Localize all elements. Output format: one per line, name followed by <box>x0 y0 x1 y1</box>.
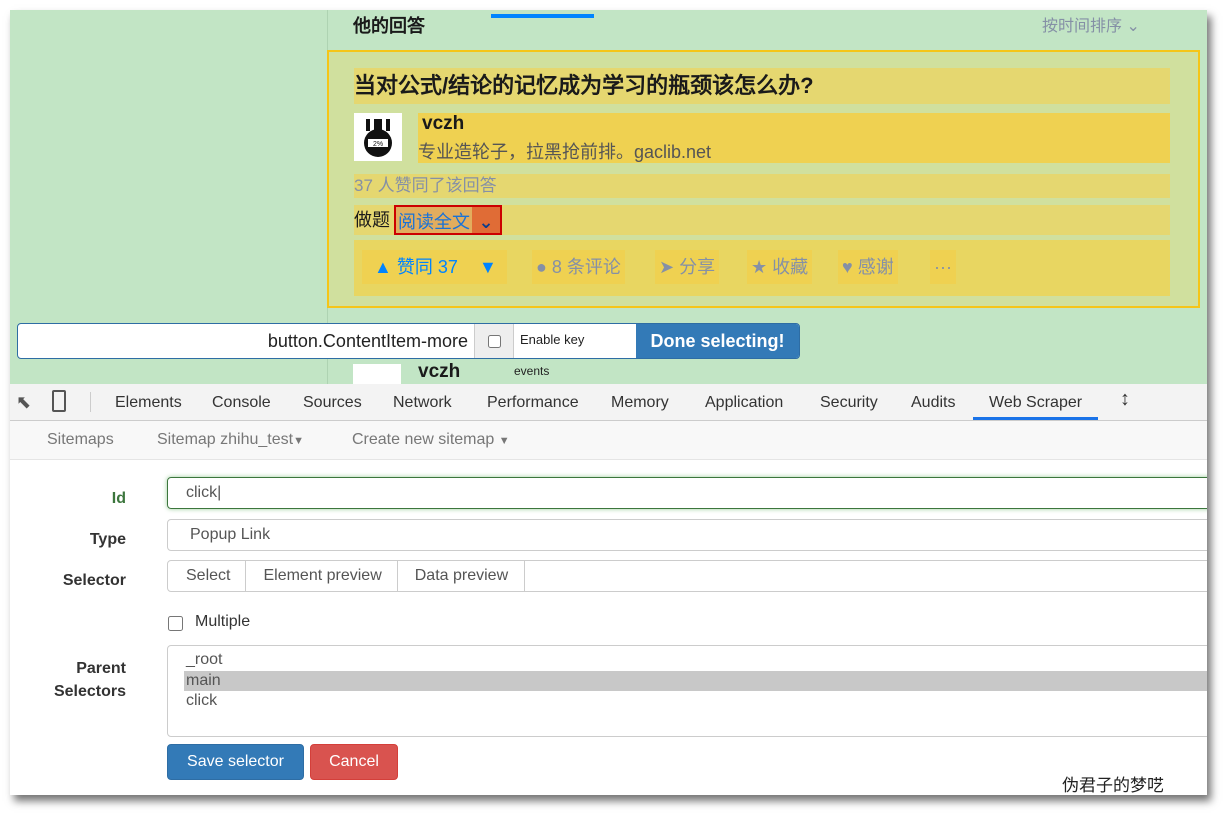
parent-option[interactable]: _root <box>186 650 1207 671</box>
author-info: vczh 专业造轮子，拉黑抢前排。gaclib.net <box>418 113 1170 163</box>
avatar[interactable] <box>353 364 401 384</box>
active-tab-indicator <box>491 14 594 18</box>
events-label: events <box>514 364 550 378</box>
chevron-down-icon: ⌄ <box>472 207 500 233</box>
enable-key-checkbox-input[interactable] <box>488 334 501 348</box>
author-name[interactable]: vczh <box>422 113 464 135</box>
multiple-checkbox[interactable] <box>168 616 183 631</box>
downvote-button[interactable]: ▼ <box>469 250 507 284</box>
data-preview-button[interactable]: Data preview <box>398 561 526 591</box>
enable-key-label: Enable key <box>520 332 585 347</box>
excerpt-text: 做题 <box>354 210 390 230</box>
paper-plane-icon: ➤ <box>659 257 675 277</box>
sort-dropdown[interactable]: 按时间排序 ⌄ <box>1042 12 1140 36</box>
upvote-button[interactable]: ▲ 赞同 37 <box>362 250 470 284</box>
tab-console[interactable]: Console <box>212 384 271 420</box>
caret-down-icon: ▼ <box>498 435 510 447</box>
id-value: click <box>186 484 218 501</box>
type-label: Type <box>89 531 126 548</box>
type-select[interactable]: Popup Link <box>167 519 1207 551</box>
action-bar: ▲ 赞同 37 ▼ ● 8 条评论 ➤ 分享 ★ 收藏 ♥ 感谢 ··· <box>354 240 1170 296</box>
thanks-button[interactable]: ♥ 感谢 <box>838 250 898 284</box>
parent-label-line1: Parent <box>76 660 126 677</box>
save-selector-button[interactable]: Save selector <box>167 744 304 780</box>
heart-icon: ♥ <box>842 257 853 277</box>
share-button[interactable]: ➤ 分享 <box>655 250 720 284</box>
parent-option-selected[interactable]: main <box>184 670 1207 691</box>
parent-selectors-label: Parent Selectors <box>54 657 126 703</box>
answer-card: 当对公式/结论的记忆成为学习的瓶颈该怎么办? 2% vczh 专业造轮子，拉黑抢… <box>327 50 1200 308</box>
tab-memory[interactable]: Memory <box>611 384 669 420</box>
devtools-tabbar: ⬉ Elements Console Sources Network Perfo… <box>10 384 1207 421</box>
nav-create-sitemap[interactable]: Create new sitemap ▼ <box>352 421 510 460</box>
section-title: 他的回答 <box>353 16 425 36</box>
tab-performance[interactable]: Performance <box>487 384 579 420</box>
done-selecting-button[interactable]: Done selecting! <box>636 324 799 358</box>
enable-key-checkbox[interactable] <box>475 324 514 358</box>
scraper-nav: Sitemaps Sitemap zhihu_test▼ Create new … <box>10 421 1207 460</box>
inspect-element-icon[interactable]: ⬉ <box>16 392 31 413</box>
parent-label-line2: Selectors <box>53 683 126 700</box>
selector-label: Selector <box>62 572 126 589</box>
multiple-label: Multiple <box>195 613 251 630</box>
share-label: 分享 <box>679 257 716 277</box>
avatar[interactable]: 2% <box>354 113 402 161</box>
author-bio: 专业造轮子，拉黑抢前排。gaclib.net <box>418 142 712 162</box>
nav-sitemap-dropdown[interactable]: Sitemap zhihu_test▼ <box>157 421 304 460</box>
comments-button[interactable]: ● 8 条评论 <box>532 250 625 284</box>
avatar-bunny-icon: 2% <box>364 119 392 157</box>
comment-icon: ● <box>536 257 547 277</box>
star-icon: ★ <box>751 257 768 277</box>
nav-sitemaps[interactable]: Sitemaps <box>47 421 114 459</box>
divider <box>90 392 91 412</box>
create-sitemap-label: Create new sitemap <box>352 431 495 448</box>
answer-excerpt: 做题 阅读全文 ⌄ <box>354 205 1170 235</box>
thanks-label: 感谢 <box>857 257 894 277</box>
parent-option[interactable]: click <box>186 691 1207 712</box>
tab-sources[interactable]: Sources <box>303 384 362 420</box>
chevron-down-icon: ⌄ <box>1126 18 1140 35</box>
screenshot-frame: 他的回答 按时间排序 ⌄ 当对公式/结论的记忆成为学习的瓶颈该怎么办? 2% v… <box>10 10 1207 795</box>
cancel-button[interactable]: Cancel <box>310 744 398 780</box>
tab-elements[interactable]: Elements <box>115 384 182 420</box>
selector-value: button.ContentItem-more <box>18 324 475 358</box>
resize-cursor-icon: ↕ <box>1120 388 1130 410</box>
id-label: Id <box>111 490 126 507</box>
question-title[interactable]: 当对公式/结论的记忆成为学习的瓶颈该怎么办? <box>354 68 1170 104</box>
read-more-label: 阅读全文 <box>396 207 472 233</box>
tab-security[interactable]: Security <box>820 384 878 420</box>
element-preview-button[interactable]: Element preview <box>246 561 398 591</box>
device-toolbar-icon[interactable] <box>52 390 66 412</box>
svg-text:2%: 2% <box>373 141 383 148</box>
id-input[interactable]: click| <box>167 477 1207 509</box>
watermark: 伪君子的梦呓 <box>1062 776 1164 795</box>
sort-label: 按时间排序 <box>1042 18 1123 35</box>
tab-web-scraper[interactable]: Web Scraper <box>973 384 1099 420</box>
caret-down-icon: ▼ <box>293 435 304 447</box>
devtools-panel: ⬉ Elements Console Sources Network Perfo… <box>10 384 1207 795</box>
author-name[interactable]: vczh <box>418 361 460 383</box>
comments-label: 8 条评论 <box>551 257 621 277</box>
favorite-label: 收藏 <box>772 257 809 277</box>
vote-summary: 37 人赞同了该回答 <box>354 174 1170 198</box>
tab-network[interactable]: Network <box>393 384 452 420</box>
zhihu-page: 他的回答 按时间排序 ⌄ 当对公式/结论的记忆成为学习的瓶颈该怎么办? 2% v… <box>10 10 1207 384</box>
selector-button-group: Select Element preview Data preview <box>167 560 1207 592</box>
select-button[interactable]: Select <box>168 561 247 591</box>
tab-audits[interactable]: Audits <box>911 384 955 420</box>
favorite-button[interactable]: ★ 收藏 <box>747 250 813 284</box>
read-more-button[interactable]: 阅读全文 ⌄ <box>394 205 502 235</box>
tab-application[interactable]: Application <box>705 384 783 420</box>
more-button[interactable]: ··· <box>930 250 956 284</box>
selector-toolbar: button.ContentItem-more Enable key Done … <box>17 323 800 359</box>
sitemap-label: Sitemap zhihu_test <box>157 431 294 448</box>
parent-selectors-list[interactable]: _root main click <box>167 645 1207 737</box>
